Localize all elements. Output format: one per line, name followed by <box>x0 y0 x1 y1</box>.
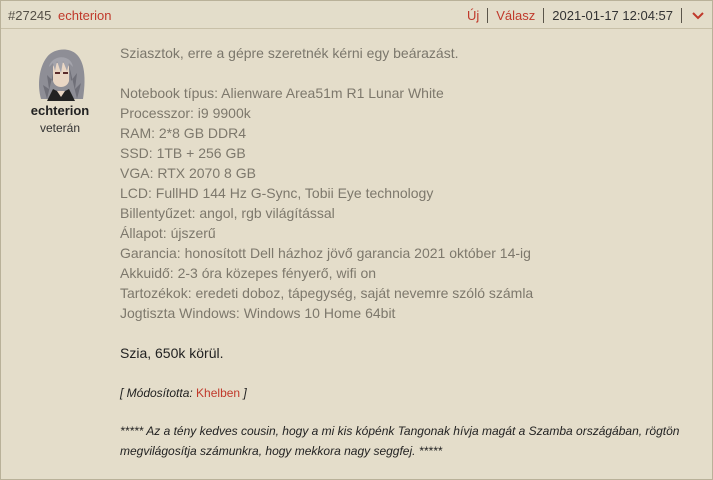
post-header: #27245 echterion Új Válasz 2021-01-17 12… <box>1 1 712 29</box>
divider <box>543 8 545 23</box>
post-actions: Új Válasz 2021-01-17 12:04:57 <box>467 8 706 23</box>
spec-line: SSD: 1TB + 256 GB <box>120 145 246 161</box>
modified-by-link[interactable]: Khelben <box>196 386 240 400</box>
spec-line: RAM: 2*8 GB DDR4 <box>120 125 247 141</box>
post-body: echterion veterán Sziasztok, erre a gépr… <box>1 29 712 479</box>
spec-list: Notebook típus: Alienware Area51m R1 Lun… <box>120 83 700 323</box>
spec-line: Állapot: újszerű <box>120 225 216 241</box>
post-date: 2021-01-17 12:04:57 <box>552 8 673 23</box>
post-content: Sziasztok, erre a gépre szeretnék kérni … <box>120 43 700 461</box>
avatar[interactable] <box>33 45 89 101</box>
spec-line: Akkuidő: 2-3 óra közepes fényerő, wifi o… <box>120 265 377 281</box>
spec-line: Processzor: i9 9900k <box>120 105 251 121</box>
spec-line: Garancia: honosított Dell házhoz jövő ga… <box>120 245 531 261</box>
divider <box>487 8 489 23</box>
divider <box>681 8 682 23</box>
post-author-link[interactable]: echterion <box>58 8 111 23</box>
spec-line: Billentyűzet: angol, rgb világítással <box>120 205 335 221</box>
post-id: #27245 echterion <box>8 8 112 23</box>
signature: ***** Az a tény kedves cousin, hogy a mi… <box>120 424 680 458</box>
spec-line: LCD: FullHD 144 Hz G-Sync, Tobii Eye tec… <box>120 185 434 201</box>
user-name[interactable]: echterion <box>1 103 119 118</box>
forum-post: #27245 echterion Új Válasz 2021-01-17 12… <box>0 0 713 480</box>
modified-prefix: [ Módosította: <box>120 386 197 400</box>
user-rank: veterán <box>39 121 81 135</box>
new-post-link[interactable]: Új <box>467 8 479 23</box>
spec-line: Tartozékok: eredeti doboz, tápegység, sa… <box>120 285 534 301</box>
modified-suffix: ] <box>240 386 247 400</box>
spec-line: VGA: RTX 2070 8 GB <box>120 165 256 181</box>
reply-price: Szia, 650k körül. <box>120 345 224 361</box>
post-greeting: Sziasztok, erre a gépre szeretnék kérni … <box>120 45 459 61</box>
post-number[interactable]: #27245 <box>8 8 51 23</box>
chevron-down-icon[interactable] <box>690 9 706 23</box>
spec-line: Notebook típus: Alienware Area51m R1 Lun… <box>120 85 444 101</box>
modified-note: [ Módosította: Khelben ] <box>120 383 700 403</box>
reply-link[interactable]: Válasz <box>496 8 535 23</box>
spec-line: Jogtiszta Windows: Windows 10 Home 64bit <box>120 305 396 321</box>
